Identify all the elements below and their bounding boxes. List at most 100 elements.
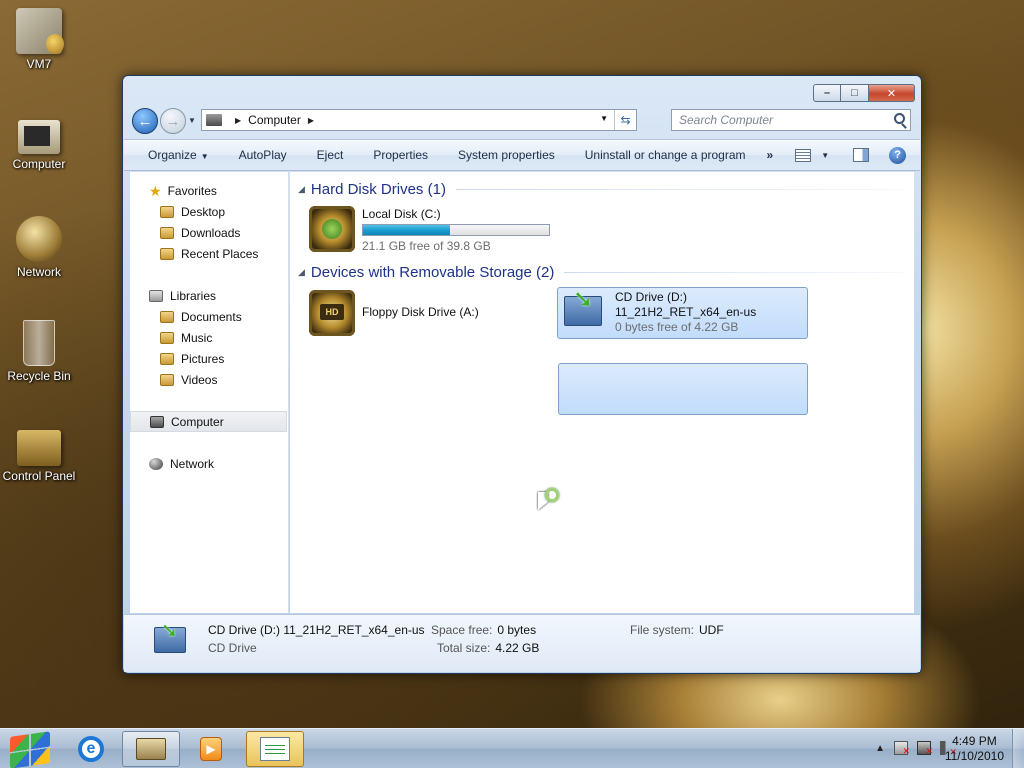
show-desktop-button[interactable] — [1012, 729, 1024, 768]
nav-recent-places[interactable]: Recent Places — [130, 243, 287, 264]
search-icon[interactable] — [894, 113, 905, 124]
details-title: CD Drive (D:) 11_21H2_RET_x64_en-us — [208, 623, 425, 637]
desktop-icon-network[interactable]: Network — [0, 216, 78, 279]
address-dropdown-icon[interactable]: ▼ — [600, 114, 608, 123]
command-bar: Organize ▼ AutoPlay Eject Properties Syst… — [124, 139, 920, 171]
windows-logo-icon — [10, 731, 50, 768]
chevron-down-icon: ▼ — [200, 152, 209, 161]
autoplay-button[interactable]: AutoPlay — [224, 148, 302, 162]
close-button[interactable]: ✕ — [869, 84, 915, 102]
capacity-bar — [362, 224, 550, 236]
control-panel-icon — [17, 430, 61, 466]
collapse-triangle-icon[interactable]: ◢ — [298, 267, 305, 278]
taskbar-media-player[interactable]: ▶ — [182, 731, 240, 767]
details-file-system: File system: UDF — [630, 623, 724, 637]
nav-label: Downloads — [181, 225, 241, 240]
show-hidden-icons-button[interactable]: ▲ — [875, 743, 885, 754]
drive-free-space: 21.1 GB free of 39.8 GB — [362, 239, 491, 253]
desktop-icon-vm7[interactable]: VM7 — [0, 8, 78, 71]
drive-free-space: 0 bytes free of 4.22 GB — [615, 320, 739, 334]
nav-label: Network — [170, 456, 215, 471]
refresh-button[interactable]: ⇆ — [614, 110, 636, 130]
help-icon[interactable]: ? — [889, 146, 907, 164]
group-header-removable-storage[interactable]: ◢ Devices with Removable Storage (2) — [298, 262, 906, 282]
floppy-drive-icon — [309, 290, 355, 336]
nav-pictures[interactable]: Pictures — [130, 348, 287, 369]
breadcrumb-chevron-icon[interactable]: ▶ — [235, 116, 241, 125]
computer-icon — [18, 120, 60, 154]
collapse-triangle-icon[interactable]: ◢ — [298, 184, 305, 195]
group-title: Devices with Removable Storage (2) — [310, 263, 555, 281]
more-commands-button[interactable]: » — [761, 148, 780, 162]
media-player-icon: ▶ — [200, 737, 222, 761]
system-properties-button[interactable]: System properties — [443, 148, 570, 162]
libraries-icon — [149, 289, 163, 302]
nav-desktop[interactable]: Desktop — [130, 201, 287, 222]
forward-button[interactable]: → — [160, 108, 186, 134]
drive-local-disk-c[interactable]: Local Disk (C:) 21.1 GB free of 39.8 GB — [309, 206, 559, 258]
clock-date: 11/10/2010 — [944, 749, 1004, 763]
nav-downloads[interactable]: Downloads — [130, 222, 287, 243]
chevron-down-icon[interactable]: ▼ — [821, 151, 829, 160]
system-clock[interactable]: 4:49 PM 11/10/2010 — [945, 734, 1004, 764]
details-key: Total size: — [437, 641, 491, 655]
breadcrumb-chevron-icon[interactable]: ▶ — [308, 116, 314, 125]
drive-cd-d[interactable] — [558, 363, 808, 415]
taskbar-notes-app[interactable] — [246, 731, 304, 767]
details-space-free: Space free: 0 bytes — [431, 623, 536, 637]
nav-videos[interactable]: Videos — [130, 369, 287, 390]
change-view-button[interactable]: ▼ — [795, 148, 829, 162]
eject-button[interactable]: Eject — [302, 148, 359, 162]
desktop-icon-label: Recycle Bin — [7, 369, 71, 383]
desktop-icon-computer[interactable]: Computer — [0, 112, 78, 171]
uninstall-program-button[interactable]: Uninstall or change a program — [570, 148, 761, 162]
caption-buttons: – □ ✕ — [813, 84, 915, 102]
organize-button[interactable]: Organize ▼ — [124, 148, 224, 162]
content-pane: ◢ Hard Disk Drives (1) Local Disk (C:) 2… — [290, 172, 914, 613]
taskbar: e ▶ ▲ 4:49 PM 11/10/2010 — [0, 728, 1024, 768]
busy-cursor-icon — [538, 488, 562, 514]
desktop-icon-recycle-bin[interactable]: Recycle Bin — [0, 320, 78, 383]
organize-label: Organize — [148, 148, 197, 162]
start-button[interactable] — [4, 730, 56, 768]
recent-pages-dropdown[interactable]: ▼ — [188, 116, 196, 125]
nav-label: Libraries — [170, 288, 217, 303]
explorer-window: – □ ✕ ← → ▼ ▶ Computer ▶ ▼ ⇆ Search Comp… — [122, 75, 922, 674]
music-folder-icon — [160, 331, 174, 344]
action-center-icon[interactable] — [894, 741, 910, 757]
network-status-icon[interactable] — [917, 741, 933, 757]
nav-network[interactable]: Network — [130, 453, 287, 474]
details-key: File system: — [630, 623, 695, 637]
drive-name: Local Disk (C:) — [362, 207, 441, 221]
taskbar-internet-explorer[interactable]: e — [62, 731, 120, 767]
nav-favorites[interactable]: ★ Favorites — [130, 180, 287, 201]
nav-documents[interactable]: Documents — [130, 306, 287, 327]
documents-folder-icon — [160, 310, 174, 323]
maximize-button[interactable]: □ — [841, 84, 869, 102]
minimize-button[interactable]: – — [813, 84, 841, 102]
group-header-hard-disk-drives[interactable]: ◢ Hard Disk Drives (1) — [298, 179, 906, 199]
breadcrumb-computer[interactable]: Computer — [248, 113, 301, 127]
nav-computer[interactable]: Computer — [130, 411, 287, 432]
drive-floppy-a[interactable]: Floppy Disk Drive (A:) — [309, 290, 549, 342]
search-input[interactable]: Search Computer — [671, 109, 911, 131]
cd-drive-icon — [564, 285, 602, 326]
drive-cd-d-tile[interactable]: CD Drive (D:) 11_21H2_RET_x64_en-us 0 by… — [557, 285, 808, 339]
desktop-icon-control-panel[interactable]: Control Panel — [0, 424, 78, 483]
details-pane: CD Drive (D:) 11_21H2_RET_x64_en-us CD D… — [124, 614, 920, 672]
properties-button[interactable]: Properties — [358, 148, 443, 162]
taskbar-windows-explorer[interactable] — [122, 731, 180, 767]
notes-icon — [260, 737, 290, 761]
address-bar[interactable]: ▶ Computer ▶ ▼ ⇆ — [201, 109, 637, 131]
nav-libraries[interactable]: Libraries — [130, 285, 287, 306]
back-button[interactable]: ← — [132, 108, 158, 134]
details-key: Space free: — [431, 623, 493, 637]
nav-label: Favorites — [167, 183, 217, 198]
preview-pane-icon[interactable] — [853, 148, 870, 162]
view-icon — [795, 148, 812, 162]
pictures-folder-icon — [160, 352, 174, 365]
drive-volume-label: 11_21H2_RET_x64_en-us — [615, 305, 757, 319]
nav-music[interactable]: Music — [130, 327, 287, 348]
network-icon — [149, 457, 163, 470]
videos-folder-icon — [160, 373, 174, 386]
